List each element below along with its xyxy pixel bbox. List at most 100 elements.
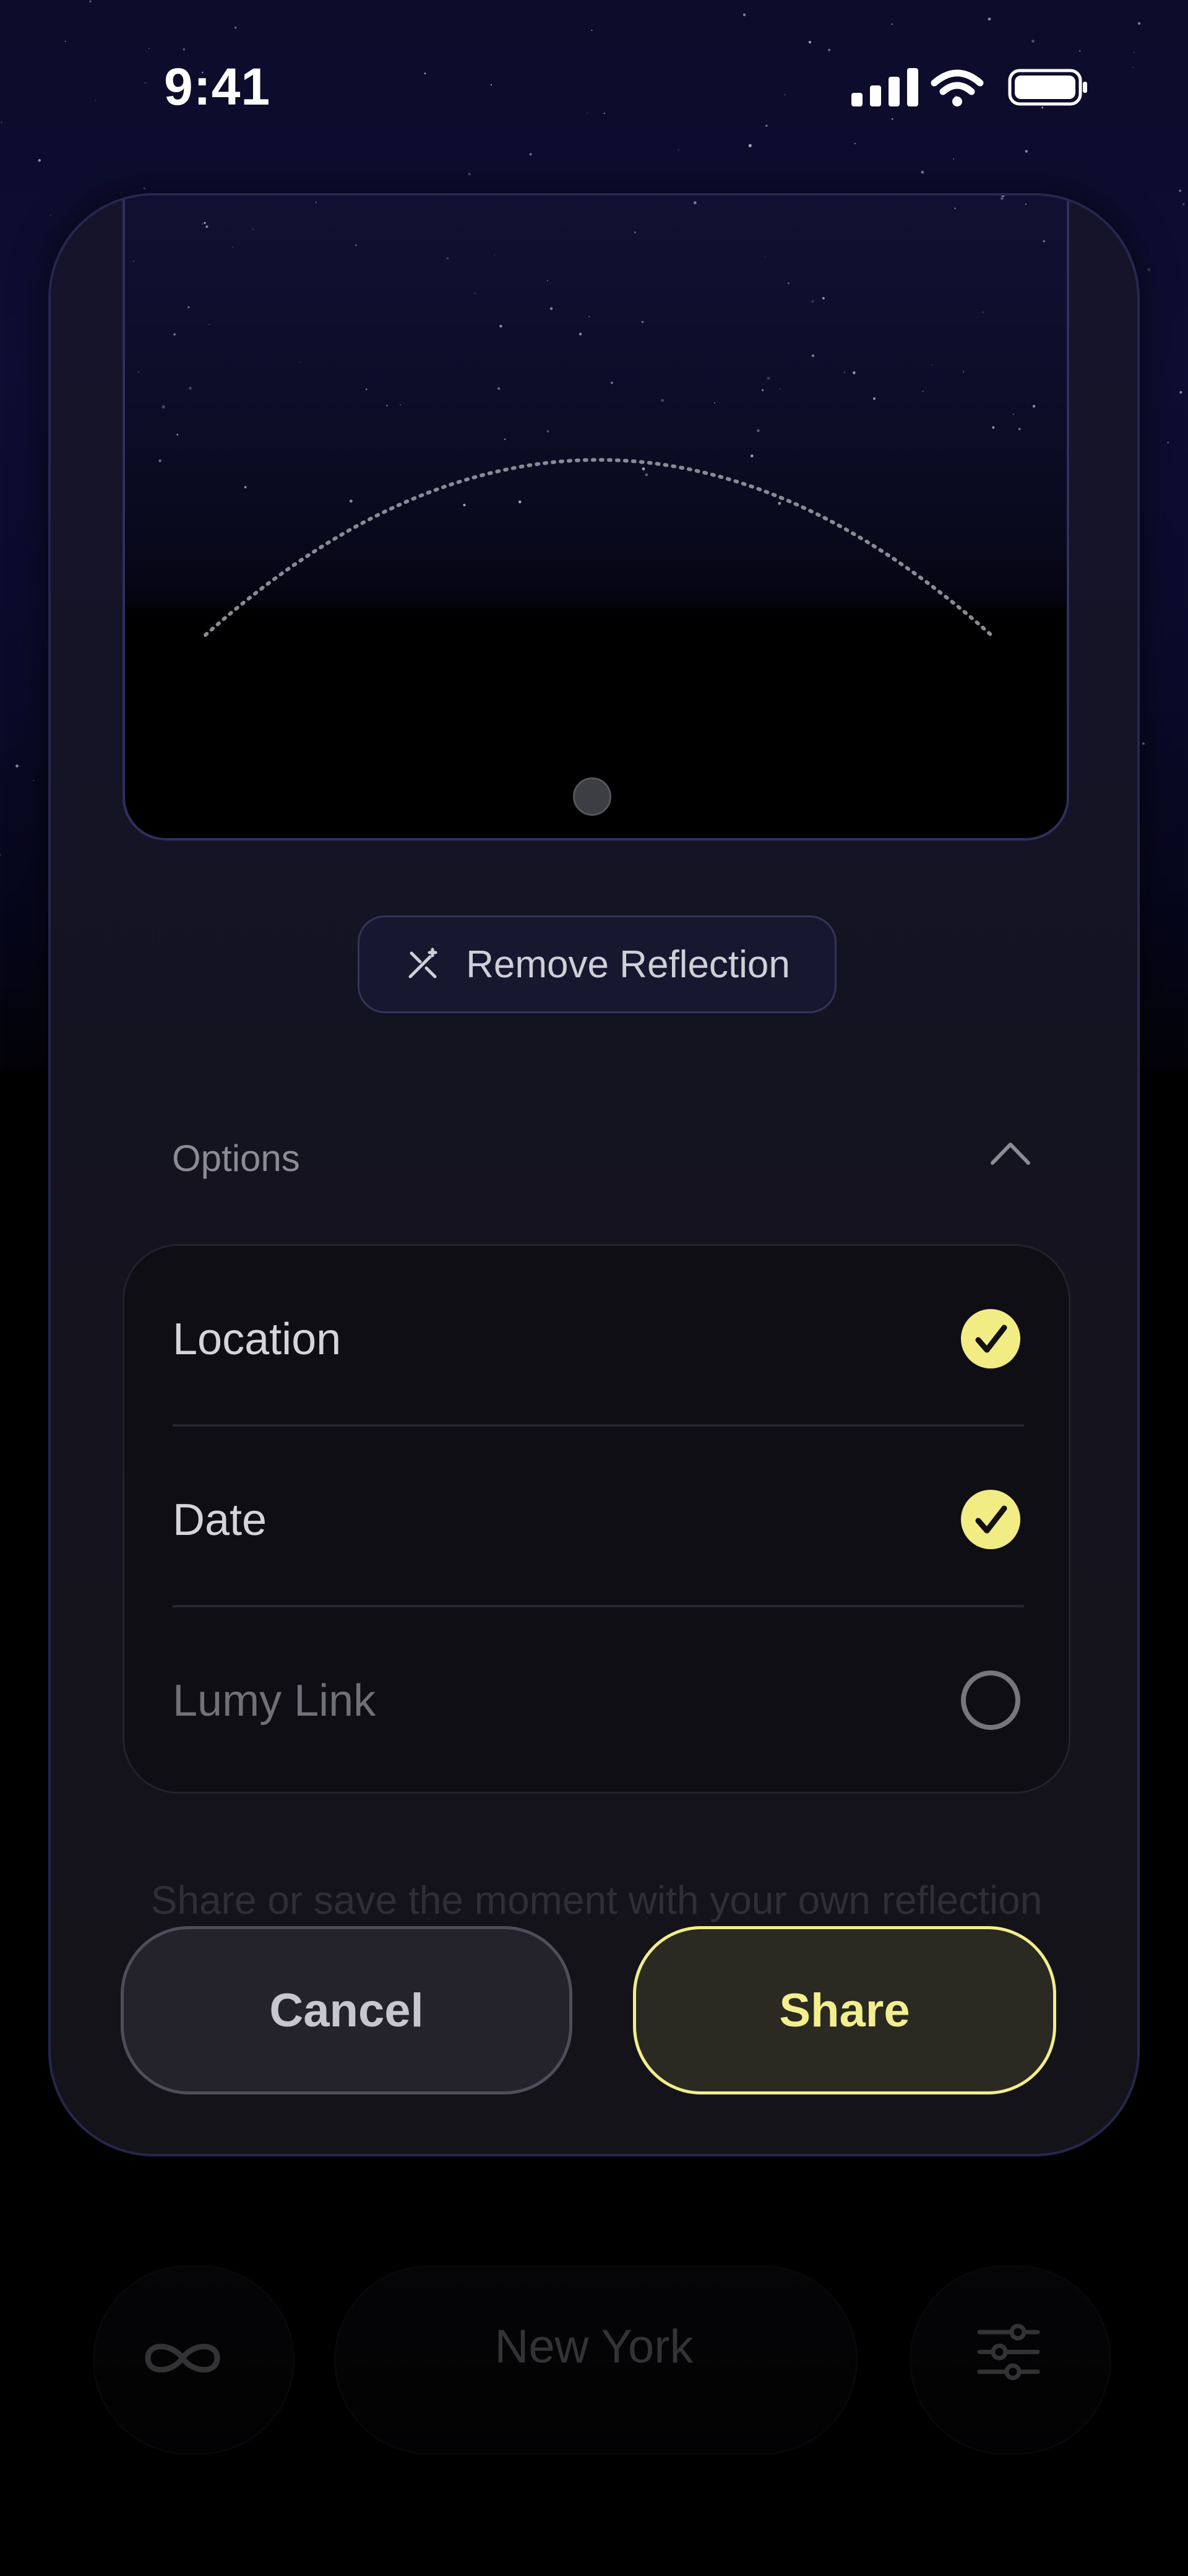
chevron-up-icon[interactable]	[989, 1138, 1032, 1167]
star	[1018, 428, 1021, 430]
options-header[interactable]: Options	[172, 1127, 1032, 1195]
star	[299, 361, 301, 363]
share-sheet: Remove Reflection Options Location Date …	[48, 193, 1140, 2156]
sun-position-handle[interactable]	[573, 777, 611, 816]
star	[132, 261, 134, 262]
star	[641, 321, 644, 324]
star	[499, 324, 502, 328]
star	[954, 207, 956, 209]
options-list: Location Date Lumy Link	[123, 1244, 1070, 1794]
star	[1147, 268, 1151, 272]
sparkle-remove-icon	[408, 948, 437, 979]
option-location[interactable]: Location	[173, 1246, 1024, 1424]
star	[634, 231, 637, 234]
star	[546, 430, 549, 433]
options-title: Options	[172, 1138, 300, 1179]
star	[1142, 742, 1145, 745]
star	[853, 371, 856, 374]
star	[1025, 204, 1027, 205]
wifi-icon	[931, 69, 984, 106]
star	[473, 292, 476, 295]
star	[1179, 391, 1182, 394]
star	[982, 311, 984, 314]
option-date[interactable]: Date	[173, 1427, 1024, 1605]
empty-circle-icon[interactable]	[960, 1669, 1022, 1731]
sun-path-arc	[204, 458, 993, 637]
star	[497, 387, 501, 391]
star	[1182, 203, 1185, 205]
star	[963, 371, 965, 373]
star	[579, 332, 582, 335]
star	[518, 500, 522, 504]
star	[504, 438, 506, 440]
star	[494, 254, 495, 256]
star	[355, 244, 357, 246]
star	[767, 376, 770, 380]
cellular-signal-icon	[851, 68, 918, 106]
star	[252, 228, 254, 231]
remove-reflection-label: Remove Reflection	[466, 943, 790, 986]
star	[762, 389, 764, 391]
reflection-preview	[123, 196, 1069, 841]
option-lumy-link-label: Lumy Link	[173, 1676, 376, 1726]
star	[176, 433, 179, 436]
option-location-label: Location	[173, 1315, 342, 1364]
star	[1012, 413, 1014, 415]
star	[714, 402, 715, 404]
star	[1179, 189, 1182, 192]
star	[822, 296, 825, 300]
star	[922, 391, 924, 392]
star	[189, 386, 192, 390]
star	[757, 429, 760, 433]
star	[811, 354, 814, 357]
battery-icon	[1008, 69, 1087, 106]
star	[642, 467, 645, 470]
star	[386, 405, 388, 407]
option-lumy-link[interactable]: Lumy Link	[173, 1607, 1024, 1786]
status-icons	[848, 66, 1089, 112]
bottom-nav: New York	[0, 2241, 1188, 2463]
star	[764, 256, 766, 257]
star	[204, 222, 206, 224]
remove-reflection-button[interactable]: Remove Reflection	[358, 915, 837, 1013]
star	[873, 397, 876, 400]
share-button[interactable]: Share	[633, 1926, 1056, 2094]
star	[787, 282, 790, 285]
check-circle-icon[interactable]	[960, 1308, 1022, 1370]
cancel-button[interactable]: Cancel	[121, 1926, 572, 2094]
star	[232, 246, 234, 248]
star	[315, 201, 317, 203]
status-time: 9:41	[164, 58, 271, 116]
star	[992, 426, 995, 429]
star	[779, 388, 781, 389]
preview-scene	[132, 196, 1046, 637]
star	[778, 501, 781, 505]
star	[549, 307, 553, 310]
check-circle-icon[interactable]	[960, 1489, 1022, 1550]
sliders-icon[interactable]	[975, 2321, 1043, 2383]
star	[205, 225, 209, 228]
star	[349, 499, 353, 503]
star	[400, 404, 402, 405]
star	[50, 214, 51, 216]
star	[1001, 197, 1004, 201]
star	[202, 223, 204, 225]
star	[546, 280, 549, 282]
star	[161, 405, 165, 408]
star	[661, 399, 665, 402]
star	[138, 371, 139, 373]
star	[1043, 240, 1046, 243]
star	[931, 364, 932, 366]
star	[1167, 441, 1169, 444]
star	[811, 300, 814, 303]
star	[365, 388, 368, 391]
star	[843, 371, 845, 373]
star	[173, 333, 176, 336]
star	[158, 459, 161, 462]
star	[1001, 196, 1005, 197]
star	[645, 473, 648, 477]
option-date-label: Date	[173, 1495, 267, 1545]
star	[693, 201, 697, 205]
star	[33, 780, 35, 781]
star	[1032, 405, 1036, 408]
